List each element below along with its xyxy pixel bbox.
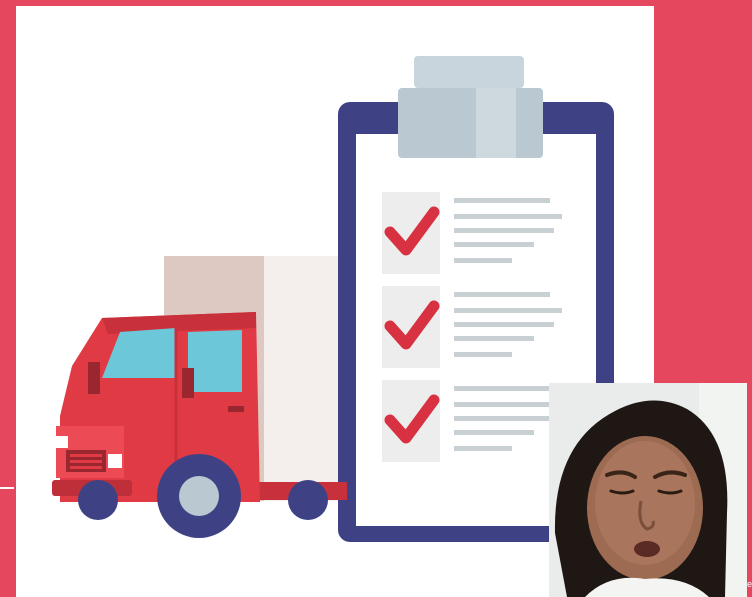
truck-wheel-middle <box>157 454 241 538</box>
webcam-overlay[interactable] <box>549 383 747 597</box>
corner-edge-text: e <box>746 579 752 589</box>
truck-wheel-rear <box>288 480 328 520</box>
presenter-avatar <box>549 383 747 597</box>
truck-wheel-front <box>78 480 118 520</box>
slide-accent-line <box>0 487 14 489</box>
